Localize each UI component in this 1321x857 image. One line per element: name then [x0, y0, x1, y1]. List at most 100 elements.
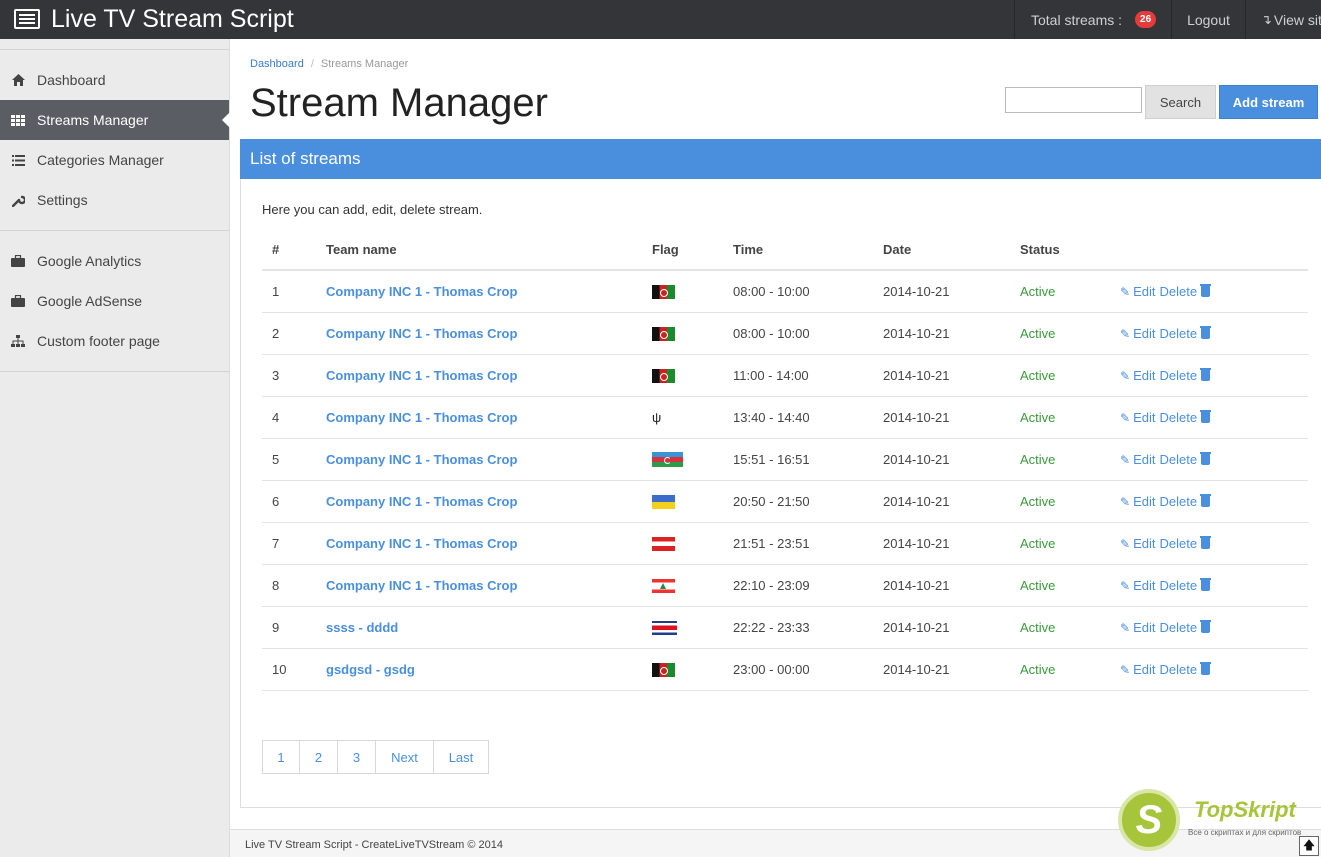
team-name-link[interactable]: Company INC 1 - Thomas Crop	[316, 438, 642, 481]
ukraine-flag-icon	[652, 494, 675, 509]
sidebar-item-google-adsense[interactable]: Google AdSense	[0, 281, 229, 321]
top-nav: Total streams : 26 Logout ↴ View site	[1014, 0, 1321, 39]
arrow-down-icon: ↴	[1261, 11, 1272, 27]
edit-link[interactable]: ✎ Edit	[1120, 536, 1155, 551]
table-row: 9 ssss - dddd 22:22 - 23:33 2014-10-21 A…	[262, 606, 1308, 649]
pencil-icon: ✎	[1120, 578, 1131, 593]
edit-link[interactable]: ✎ Edit	[1120, 620, 1155, 635]
col-header-status: Status	[1010, 230, 1110, 271]
pencil-icon: ✎	[1120, 452, 1131, 467]
sidebar-item-dashboard[interactable]: Dashboard	[0, 60, 229, 100]
col-header-time: Time	[723, 230, 873, 271]
date-cell: 2014-10-21	[873, 480, 1010, 523]
team-name-link[interactable]: Company INC 1 - Thomas Crop	[316, 522, 642, 565]
trash-icon	[1200, 577, 1212, 591]
sidebar-item-settings[interactable]: Settings	[0, 180, 229, 220]
sidebar-item-streams-manager[interactable]: Streams Manager	[0, 100, 230, 140]
pencil-icon: ✎	[1120, 662, 1131, 677]
azerbaijan-flag-icon	[652, 452, 683, 468]
table-body: 1 Company INC 1 - Thomas Crop 08:00 - 10…	[262, 270, 1308, 691]
status-cell: Active	[1010, 312, 1110, 355]
team-name-link[interactable]: Company INC 1 - Thomas Crop	[316, 396, 642, 439]
list-icon	[11, 153, 25, 167]
breadcrumb-dashboard-link[interactable]: Dashboard	[250, 58, 304, 70]
search-input[interactable]	[1005, 87, 1142, 113]
delete-link[interactable]: Delete	[1159, 661, 1212, 677]
breadcrumb: Dashboard / Streams Manager	[250, 58, 408, 70]
team-name-link[interactable]: Company INC 1 - Thomas Crop	[316, 354, 642, 397]
status-cell: Active	[1010, 648, 1110, 691]
edit-link[interactable]: ✎ Edit	[1120, 662, 1155, 677]
list-alt-icon	[14, 9, 40, 29]
delete-link[interactable]: Delete	[1159, 619, 1212, 635]
delete-link[interactable]: Delete	[1159, 451, 1212, 467]
logout-link[interactable]: Logout	[1171, 0, 1245, 39]
flag-cell	[642, 270, 723, 313]
sidebar-item-label: Google Analytics	[37, 253, 142, 269]
page-title: Stream Manager	[250, 81, 548, 125]
pencil-icon: ✎	[1120, 368, 1131, 383]
delete-link[interactable]: Delete	[1159, 325, 1212, 341]
edit-link[interactable]: ✎ Edit	[1120, 410, 1155, 425]
team-name-link[interactable]: Company INC 1 - Thomas Crop	[316, 270, 642, 313]
row-number: 2	[262, 312, 316, 355]
team-name-link[interactable]: Company INC 1 - Thomas Crop	[316, 564, 642, 607]
page-link-last[interactable]: Last	[433, 740, 489, 774]
edit-link[interactable]: ✎ Edit	[1120, 284, 1155, 299]
brand[interactable]: Live TV Stream Script	[14, 4, 294, 34]
view-site-link[interactable]: ↴ View site	[1245, 0, 1321, 39]
flag-cell	[642, 648, 723, 691]
sidebar-item-google-analytics[interactable]: Google Analytics	[0, 241, 229, 281]
row-number: 10	[262, 648, 316, 691]
edit-link[interactable]: ✎ Edit	[1120, 494, 1155, 509]
team-name-link[interactable]: gsdgsd - gsdg	[316, 648, 642, 691]
col-header-number: #	[262, 230, 316, 271]
view-site-label: View site	[1273, 11, 1321, 28]
pencil-icon: ✎	[1120, 620, 1131, 635]
edit-label: Edit	[1133, 493, 1156, 509]
page-link-3[interactable]: 3	[337, 740, 376, 774]
delete-link[interactable]: Delete	[1159, 409, 1212, 425]
status-cell: Active	[1010, 522, 1110, 565]
streams-table: # Team name Flag Time Date Status 1 Comp…	[262, 230, 1308, 691]
delete-link[interactable]: Delete	[1159, 493, 1212, 509]
edit-link[interactable]: ✎ Edit	[1120, 326, 1155, 341]
add-stream-button[interactable]: Add stream	[1219, 85, 1318, 119]
actions-cell: ✎ Edit Delete	[1110, 480, 1308, 523]
delete-link[interactable]: Delete	[1159, 283, 1212, 299]
status-cell: Active	[1010, 606, 1110, 649]
delete-label: Delete	[1159, 451, 1198, 467]
time-cell: 20:50 - 21:50	[723, 480, 873, 523]
delete-label: Delete	[1159, 325, 1198, 341]
delete-link[interactable]: Delete	[1159, 367, 1212, 383]
flag-cell	[642, 522, 723, 565]
team-name-link[interactable]: ssss - dddd	[316, 606, 642, 649]
team-name-link[interactable]: Company INC 1 - Thomas Crop	[316, 480, 642, 523]
actions-cell: ✎ Edit Delete	[1110, 648, 1308, 691]
page-link-next[interactable]: Next	[375, 740, 434, 774]
edit-label: Edit	[1133, 451, 1156, 467]
delete-label: Delete	[1159, 535, 1198, 551]
delete-link[interactable]: Delete	[1159, 535, 1212, 551]
status-cell: Active	[1010, 438, 1110, 481]
delete-link[interactable]: Delete	[1159, 577, 1212, 593]
sidebar-item-categories-manager[interactable]: Categories Manager	[0, 140, 229, 180]
sidebar-item-custom-footer-page[interactable]: Custom footer page	[0, 321, 229, 361]
trash-icon	[1200, 535, 1212, 549]
sidebar-item-label: Streams Manager	[37, 112, 149, 128]
total-streams-badge: 26	[1135, 11, 1157, 28]
edit-link[interactable]: ✎ Edit	[1120, 578, 1155, 593]
edit-link[interactable]: ✎ Edit	[1120, 368, 1155, 383]
edit-link[interactable]: ✎ Edit	[1120, 452, 1155, 467]
date-cell: 2014-10-21	[873, 270, 1010, 313]
lebanon-flag-icon	[652, 578, 675, 593]
team-name-link[interactable]: Company INC 1 - Thomas Crop	[316, 312, 642, 355]
total-streams-label: Total streams :	[1031, 11, 1123, 28]
row-number: 9	[262, 606, 316, 649]
page-link-2[interactable]: 2	[299, 740, 338, 774]
row-number: 6	[262, 480, 316, 523]
page-link-1[interactable]: 1	[262, 740, 300, 774]
streams-panel: List of streams Here you can add, edit, …	[240, 139, 1321, 808]
search-button[interactable]: Search	[1145, 85, 1216, 119]
table-row: 5 Company INC 1 - Thomas Crop 15:51 - 16…	[262, 438, 1308, 481]
